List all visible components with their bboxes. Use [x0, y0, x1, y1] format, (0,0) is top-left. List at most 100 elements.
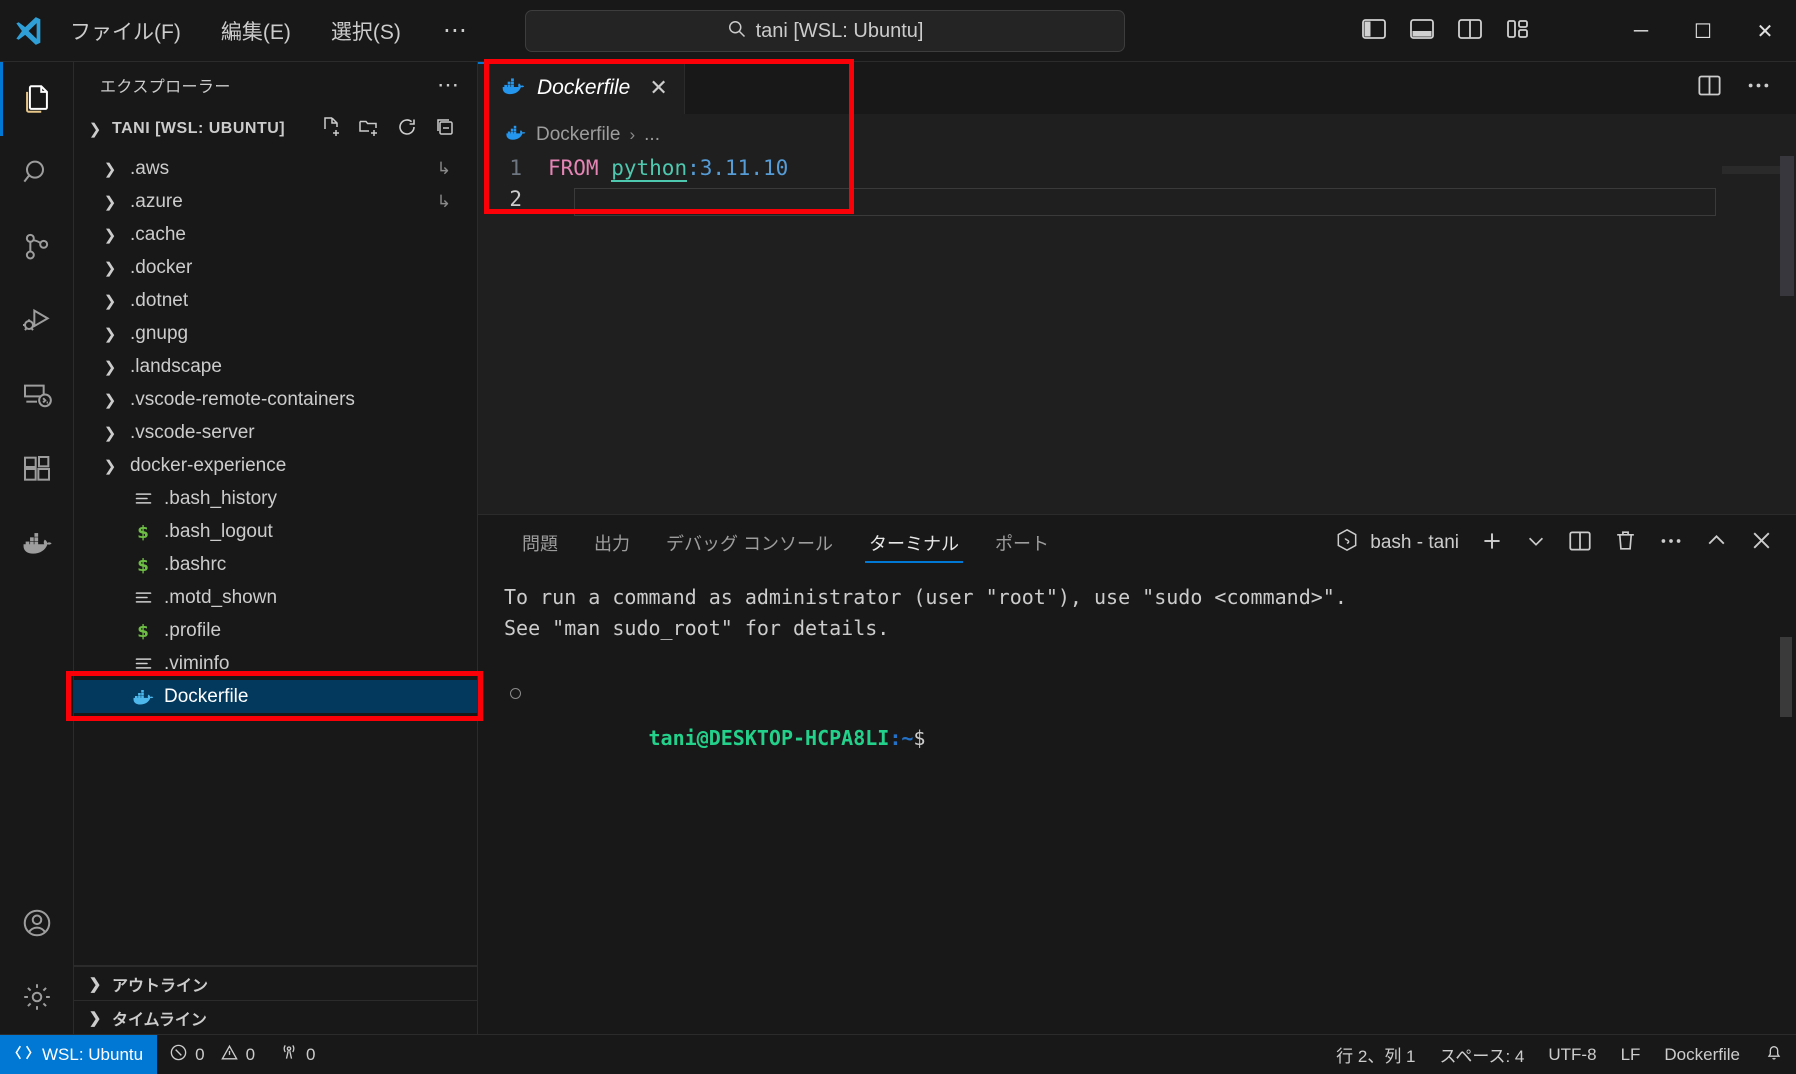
new-file-icon[interactable] — [319, 115, 343, 144]
tree-item-dot-gnupg[interactable]: ❯ .gnupg — [74, 317, 477, 350]
customize-layout-icon[interactable] — [1505, 17, 1531, 46]
menu-edit[interactable]: 編集(E) — [213, 11, 299, 51]
file-tree[interactable]: ❯ .aws ↳ ❯ .azure ↳ ❯ .cache ❯ .docker ❯ .dotnet ❯ .g… — [74, 150, 477, 965]
panel-tab-item[interactable]: ポート — [977, 515, 1067, 571]
status-problems[interactable]: 0 0 — [157, 1035, 267, 1074]
terminal-output[interactable]: To run a command as administrator (user … — [478, 571, 1796, 1034]
close-icon[interactable]: ✕ — [649, 77, 667, 99]
shell-file-icon: $ — [130, 521, 156, 543]
code-editor[interactable]: 1 FROM python:3.11.10 2 — [478, 156, 1796, 514]
new-folder-icon[interactable] — [357, 115, 381, 144]
tree-item-label: .docker — [130, 256, 193, 278]
breadcrumb[interactable]: Dockerfile › ... — [478, 114, 1796, 156]
kill-terminal-icon[interactable] — [1613, 528, 1638, 558]
status-indentation[interactable]: スペース: 4 — [1428, 1035, 1537, 1074]
activitybar-item-docker[interactable] — [0, 506, 74, 580]
panel-more-icon[interactable] — [1658, 528, 1684, 559]
chevron-right-icon: ❯ — [103, 259, 117, 277]
editor-scrollbar[interactable] — [1780, 156, 1794, 296]
tree-item-dot-profile[interactable]: $ .profile — [74, 614, 477, 647]
activitybar-item-search[interactable] — [0, 136, 74, 210]
status-eol[interactable]: LF — [1609, 1035, 1653, 1074]
minimize-button[interactable]: ─ — [1610, 0, 1672, 62]
tree-item-dot-motd_shown[interactable]: .motd_shown — [74, 581, 477, 614]
docker-file-icon — [130, 685, 156, 709]
panel-tab-item[interactable]: デバッグ コンソール — [648, 515, 851, 571]
menu-file[interactable]: ファイル(F) — [62, 11, 189, 51]
menu-more-icon[interactable]: ⋯ — [433, 16, 479, 45]
tree-item-dot-viminfo[interactable]: .viminfo — [74, 647, 477, 680]
terminal-prompt: tani@DESKTOP-HCPA8LI:~$ — [504, 678, 1796, 750]
tree-item-docker-experience[interactable]: ❯ docker-experience — [74, 449, 477, 482]
tree-item-dot-landscape[interactable]: ❯ .landscape — [74, 350, 477, 383]
sidebar-section-outline[interactable]: ❯ アウトライン — [74, 966, 477, 1000]
code-token: python — [611, 156, 688, 182]
tree-item-dot-aws[interactable]: ❯ .aws ↳ — [74, 152, 477, 185]
breadcrumb-file[interactable]: Dockerfile — [536, 124, 620, 146]
maximize-panel-icon[interactable] — [1704, 528, 1729, 558]
split-editor-icon[interactable] — [1696, 72, 1723, 104]
status-ports[interactable]: 0 — [267, 1035, 327, 1074]
editor-tab-dockerfile[interactable]: Dockerfile ✕ — [478, 62, 685, 114]
sidebar-more-actions-icon[interactable]: ⋯ — [437, 72, 461, 98]
status-language-mode[interactable]: Dockerfile — [1652, 1035, 1752, 1074]
chevron-right-icon: ❯ — [103, 292, 117, 310]
status-encoding[interactable]: UTF-8 — [1536, 1035, 1608, 1074]
toggle-secondary-sidebar-icon[interactable] — [1457, 17, 1483, 46]
refresh-icon[interactable] — [395, 115, 419, 144]
code-line[interactable]: 1 FROM python:3.11.10 — [478, 156, 1796, 187]
close-button[interactable]: ✕ — [1734, 0, 1796, 62]
text-file-icon — [130, 488, 156, 509]
explorer-root-header[interactable]: ❯ TANI [WSL: UBUNTU] — [74, 108, 477, 150]
terminal-dropdown-icon[interactable] — [1525, 530, 1547, 557]
warning-icon — [220, 1043, 239, 1067]
tree-item-dot-bash_history[interactable]: .bash_history — [74, 482, 477, 515]
tree-item-dot-vscode-server[interactable]: ❯ .vscode-server — [74, 416, 477, 449]
close-panel-icon[interactable] — [1749, 528, 1774, 558]
panel-tab-item[interactable]: 出力 — [576, 515, 648, 571]
tree-item-dot-bashrc[interactable]: $ .bashrc — [74, 548, 477, 581]
maximize-button[interactable]: ☐ — [1672, 0, 1734, 62]
new-terminal-icon[interactable] — [1479, 528, 1505, 559]
chevron-right-icon: ❯ — [103, 193, 117, 211]
tree-item-dot-cache[interactable]: ❯ .cache — [74, 218, 477, 251]
chevron-right-icon: ❯ — [103, 160, 117, 178]
tree-item-dot-bash_logout[interactable]: $ .bash_logout — [74, 515, 477, 548]
activitybar-item-extensions[interactable] — [0, 432, 74, 506]
tree-item-dot-dotnet[interactable]: ❯ .dotnet — [74, 284, 477, 317]
sidebar-section-outline-label: アウトライン — [112, 977, 209, 995]
panel-tab-item[interactable]: 問題 — [504, 515, 576, 571]
tree-item-dot-vscode-remote-containers[interactable]: ❯ .vscode-remote-containers — [74, 383, 477, 416]
command-center-search[interactable]: tani [WSL: Ubuntu] — [525, 10, 1125, 52]
bottom-panel: 問題 出力 デバッグ コンソール ターミナル ポート bash - tani T… — [478, 514, 1796, 1034]
activitybar-item-accounts[interactable] — [0, 886, 74, 960]
activitybar-item-source-control[interactable] — [0, 210, 74, 284]
code-token: 3.11.10 — [699, 156, 789, 180]
line-number: 2 — [509, 187, 522, 211]
terminal-instance[interactable]: bash - tani — [1334, 527, 1459, 559]
tree-item-dot-azure[interactable]: ❯ .azure ↳ — [74, 185, 477, 218]
panel-tab-terminal[interactable]: ターミナル — [851, 515, 977, 571]
code-token: : — [687, 156, 700, 180]
activitybar-item-run-and-debug[interactable] — [0, 284, 74, 358]
collapse-all-icon[interactable] — [433, 115, 457, 144]
toggle-panel-icon[interactable] — [1409, 17, 1435, 46]
tree-item-dot-docker[interactable]: ❯ .docker — [74, 251, 477, 284]
activitybar-item-explorer[interactable] — [0, 62, 74, 136]
breadcrumb-tail[interactable]: ... — [644, 124, 660, 146]
editor-tab-label: Dockerfile — [537, 76, 631, 99]
editor-more-actions-icon[interactable] — [1745, 72, 1772, 104]
tree-item-Dockerfile[interactable]: Dockerfile — [74, 680, 477, 713]
activitybar-item-settings[interactable] — [0, 960, 74, 1034]
toggle-primary-sidebar-icon[interactable] — [1361, 17, 1387, 46]
menu-selection[interactable]: 選択(S) — [323, 11, 409, 51]
status-notifications[interactable] — [1752, 1035, 1796, 1074]
activitybar-item-remote-explorer[interactable] — [0, 358, 74, 432]
split-terminal-icon[interactable] — [1567, 528, 1593, 559]
status-cursor-position[interactable]: 行 2、列 1 — [1324, 1035, 1427, 1074]
minimap-slider[interactable] — [1722, 166, 1782, 174]
status-remote-indicator[interactable]: WSL: Ubuntu — [0, 1034, 158, 1074]
sidebar-section-timeline[interactable]: ❯ タイムライン — [74, 1000, 477, 1034]
docker-icon — [500, 73, 526, 104]
